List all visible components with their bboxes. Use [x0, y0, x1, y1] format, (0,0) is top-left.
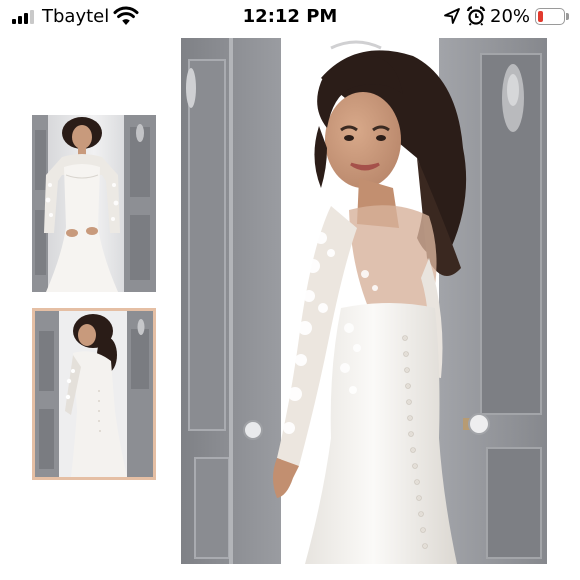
battery-icon — [535, 8, 569, 25]
bride-back-photo-large — [181, 38, 547, 564]
thumbnail-back-view[interactable] — [32, 308, 156, 480]
main-product-photo[interactable] — [181, 38, 547, 564]
alarm-clock-icon — [466, 6, 486, 26]
listing-photo-screen: Tbaytel 12:12 PM 20% — [0, 0, 580, 580]
bride-front-photo — [32, 115, 156, 292]
thumbnail-front-view[interactable] — [32, 115, 156, 292]
location-arrow-icon — [444, 8, 460, 24]
battery-percentage: 20% — [490, 6, 531, 27]
bride-back-photo-small — [35, 311, 153, 477]
status-bar: Tbaytel 12:12 PM 20% — [0, 0, 580, 32]
